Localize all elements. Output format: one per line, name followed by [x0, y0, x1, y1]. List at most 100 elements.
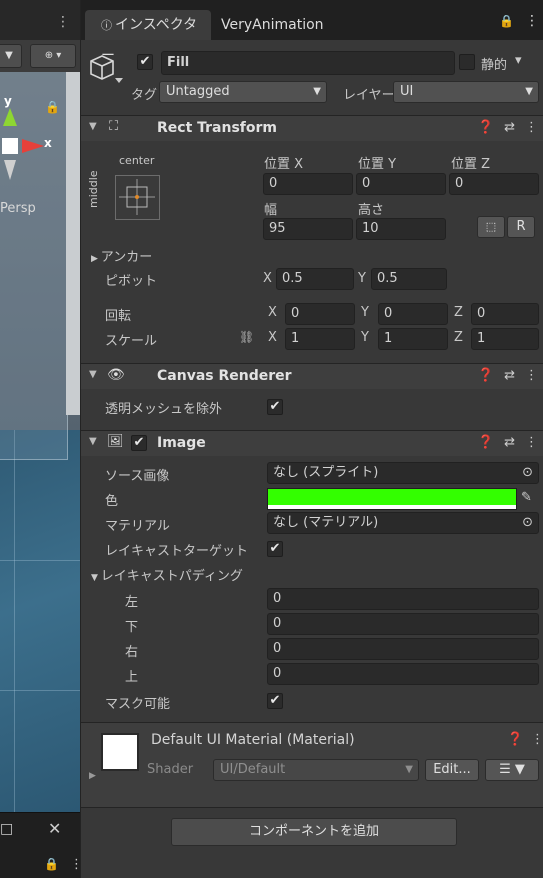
- maskable-label: マスク可能: [105, 697, 171, 712]
- close-icon[interactable]: ✕: [48, 819, 61, 838]
- pos-z-field[interactable]: 0: [449, 173, 539, 195]
- height-label: 高さ: [358, 203, 385, 218]
- gameobject-cube-icon[interactable]: [89, 52, 125, 88]
- raycast-padding-foldout[interactable]: ▼ レイキャストパディング: [91, 565, 243, 584]
- rot-z-field[interactable]: 0: [471, 303, 539, 325]
- object-picker-icon[interactable]: ⊙: [522, 463, 533, 483]
- fold-arrow-icon[interactable]: ▶: [89, 771, 96, 781]
- maskable-checkbox[interactable]: ✔: [267, 693, 283, 709]
- pivot-x-field[interactable]: 0.5: [276, 268, 354, 290]
- dropdown-button[interactable]: ▼: [0, 44, 22, 68]
- presets-icon[interactable]: ⇄: [504, 368, 515, 383]
- rot-x-field[interactable]: 0: [285, 303, 355, 325]
- more-icon[interactable]: ⋮: [56, 14, 70, 30]
- lock-icon[interactable]: 🔒: [499, 14, 514, 28]
- scene-tab-bar: ⋮: [0, 0, 80, 40]
- eyedropper-icon[interactable]: ✎: [521, 490, 532, 505]
- chevron-down-icon: ▼: [525, 86, 533, 97]
- more-icon[interactable]: ⋮: [525, 13, 539, 29]
- anchors-label: アンカー: [100, 250, 153, 265]
- more-icon[interactable]: ⋮: [525, 120, 538, 135]
- height-field[interactable]: 10: [356, 218, 446, 240]
- fold-arrow-icon: ▼: [91, 573, 101, 583]
- list-icon: ☰ ▼: [499, 762, 525, 777]
- more-icon[interactable]: ⋮: [525, 368, 538, 383]
- shader-label: Shader: [147, 762, 194, 777]
- source-image-field[interactable]: なし (スプライト) ⊙: [267, 462, 539, 484]
- pos-x-label: 位置 X: [264, 157, 304, 172]
- axis-gizmo[interactable]: [0, 88, 80, 188]
- object-name-field[interactable]: Fill: [161, 51, 455, 75]
- material-preview-thumbnail: [101, 733, 139, 771]
- pos-y-field[interactable]: 0: [356, 173, 446, 195]
- shader-options-button[interactable]: ☰ ▼: [485, 759, 539, 781]
- anchor-presets-button[interactable]: [115, 175, 161, 221]
- raycast-padding-label: レイキャストパディング: [100, 569, 243, 584]
- shader-dropdown[interactable]: UI/Default ▼: [213, 759, 419, 781]
- static-checkbox[interactable]: [459, 54, 475, 70]
- tab-bar: ⓘ インスペクター VeryAnimation 🔒 ⋮: [81, 0, 543, 64]
- scale-label: スケール: [105, 334, 158, 349]
- anchors-foldout[interactable]: ▶ アンカー: [91, 246, 152, 265]
- add-component-button[interactable]: コンポーネントを追加: [171, 818, 457, 846]
- image-header[interactable]: ▼ 🖼 ✔ Image ❓ ⇄ ⋮: [81, 430, 543, 456]
- more-icon[interactable]: ⋮: [531, 732, 543, 747]
- color-swatch: [268, 489, 516, 505]
- blueprint-mode-button[interactable]: ⬚: [477, 216, 505, 238]
- raw-edit-button[interactable]: R: [507, 216, 535, 238]
- chevron-down-icon: ▼: [405, 764, 413, 775]
- canvas-renderer-header[interactable]: ▼ 👁 Canvas Renderer ❓ ⇄ ⋮: [81, 363, 543, 389]
- edit-shader-button[interactable]: Edit...: [425, 759, 479, 781]
- presets-icon[interactable]: ⇄: [504, 120, 515, 135]
- perspective-label[interactable]: Persp: [0, 201, 36, 216]
- pivot-y-field[interactable]: 0.5: [371, 268, 447, 290]
- help-icon[interactable]: ❓: [478, 368, 494, 383]
- gizmo-toggle-button[interactable]: ⊕ ▾: [30, 44, 76, 68]
- tag-dropdown[interactable]: Untagged ▼: [159, 81, 327, 103]
- material-field[interactable]: なし (マテリアル) ⊙: [267, 512, 539, 534]
- scale-x-field[interactable]: 1: [285, 328, 355, 350]
- object-picker-icon[interactable]: ⊙: [522, 513, 533, 533]
- scene-view[interactable]: ⋮ ▼ ⊕ ▾ y x 🔒 Persp: [0, 0, 80, 812]
- scale-z-field[interactable]: 1: [471, 328, 539, 350]
- lock-icon[interactable]: 🔒: [45, 100, 60, 114]
- help-icon[interactable]: ❓: [478, 120, 494, 135]
- cull-transparent-checkbox[interactable]: ✔: [267, 399, 283, 415]
- fold-arrow-icon[interactable]: ▼: [89, 369, 97, 380]
- scale-y-field[interactable]: 1: [378, 328, 448, 350]
- pos-z-label: 位置 Z: [451, 157, 491, 172]
- material-value: なし (マテリアル): [273, 515, 379, 530]
- width-field[interactable]: 95: [263, 218, 353, 240]
- raycast-target-checkbox[interactable]: ✔: [267, 541, 283, 557]
- fold-arrow-icon[interactable]: ▼: [89, 121, 97, 132]
- lock-icon[interactable]: 🔒: [44, 857, 59, 871]
- help-icon[interactable]: ❓: [478, 435, 494, 450]
- layer-dropdown[interactable]: UI ▼: [393, 81, 539, 103]
- source-image-value: なし (スプライト): [273, 465, 379, 480]
- cull-transparent-label: 透明メッシュを除外: [105, 402, 223, 417]
- padding-bottom-field[interactable]: 0: [267, 613, 539, 635]
- more-icon[interactable]: ⋮: [525, 435, 538, 450]
- pos-x-field[interactable]: 0: [263, 173, 353, 195]
- image-enabled-checkbox[interactable]: ✔: [131, 435, 147, 451]
- rot-y-field[interactable]: 0: [378, 303, 448, 325]
- presets-icon[interactable]: ⇄: [504, 435, 515, 450]
- chevron-down-icon[interactable]: ▾: [515, 53, 522, 68]
- active-checkbox[interactable]: ✔: [137, 54, 153, 70]
- padding-right-field[interactable]: 0: [267, 638, 539, 660]
- tab-veryanimation[interactable]: VeryAnimation: [221, 10, 324, 40]
- link-icon[interactable]: ⛓: [239, 330, 254, 344]
- color-field[interactable]: [267, 488, 517, 510]
- grid-line: [14, 430, 15, 812]
- padding-left-field[interactable]: 0: [267, 588, 539, 610]
- fold-arrow-icon[interactable]: ▼: [89, 436, 97, 447]
- help-icon[interactable]: ❓: [507, 732, 523, 747]
- tab-inspector[interactable]: ⓘ インスペクター: [85, 10, 211, 64]
- divider: [81, 807, 543, 808]
- padding-bottom-label: 下: [125, 620, 139, 635]
- color-label: 色: [105, 494, 119, 509]
- layer-value: UI: [400, 84, 414, 99]
- rect-transform-header[interactable]: ▼ ⛶ Rect Transform ❓ ⇄ ⋮: [81, 115, 543, 141]
- padding-top-field[interactable]: 0: [267, 663, 539, 685]
- anchor-v-label: middle: [87, 170, 100, 208]
